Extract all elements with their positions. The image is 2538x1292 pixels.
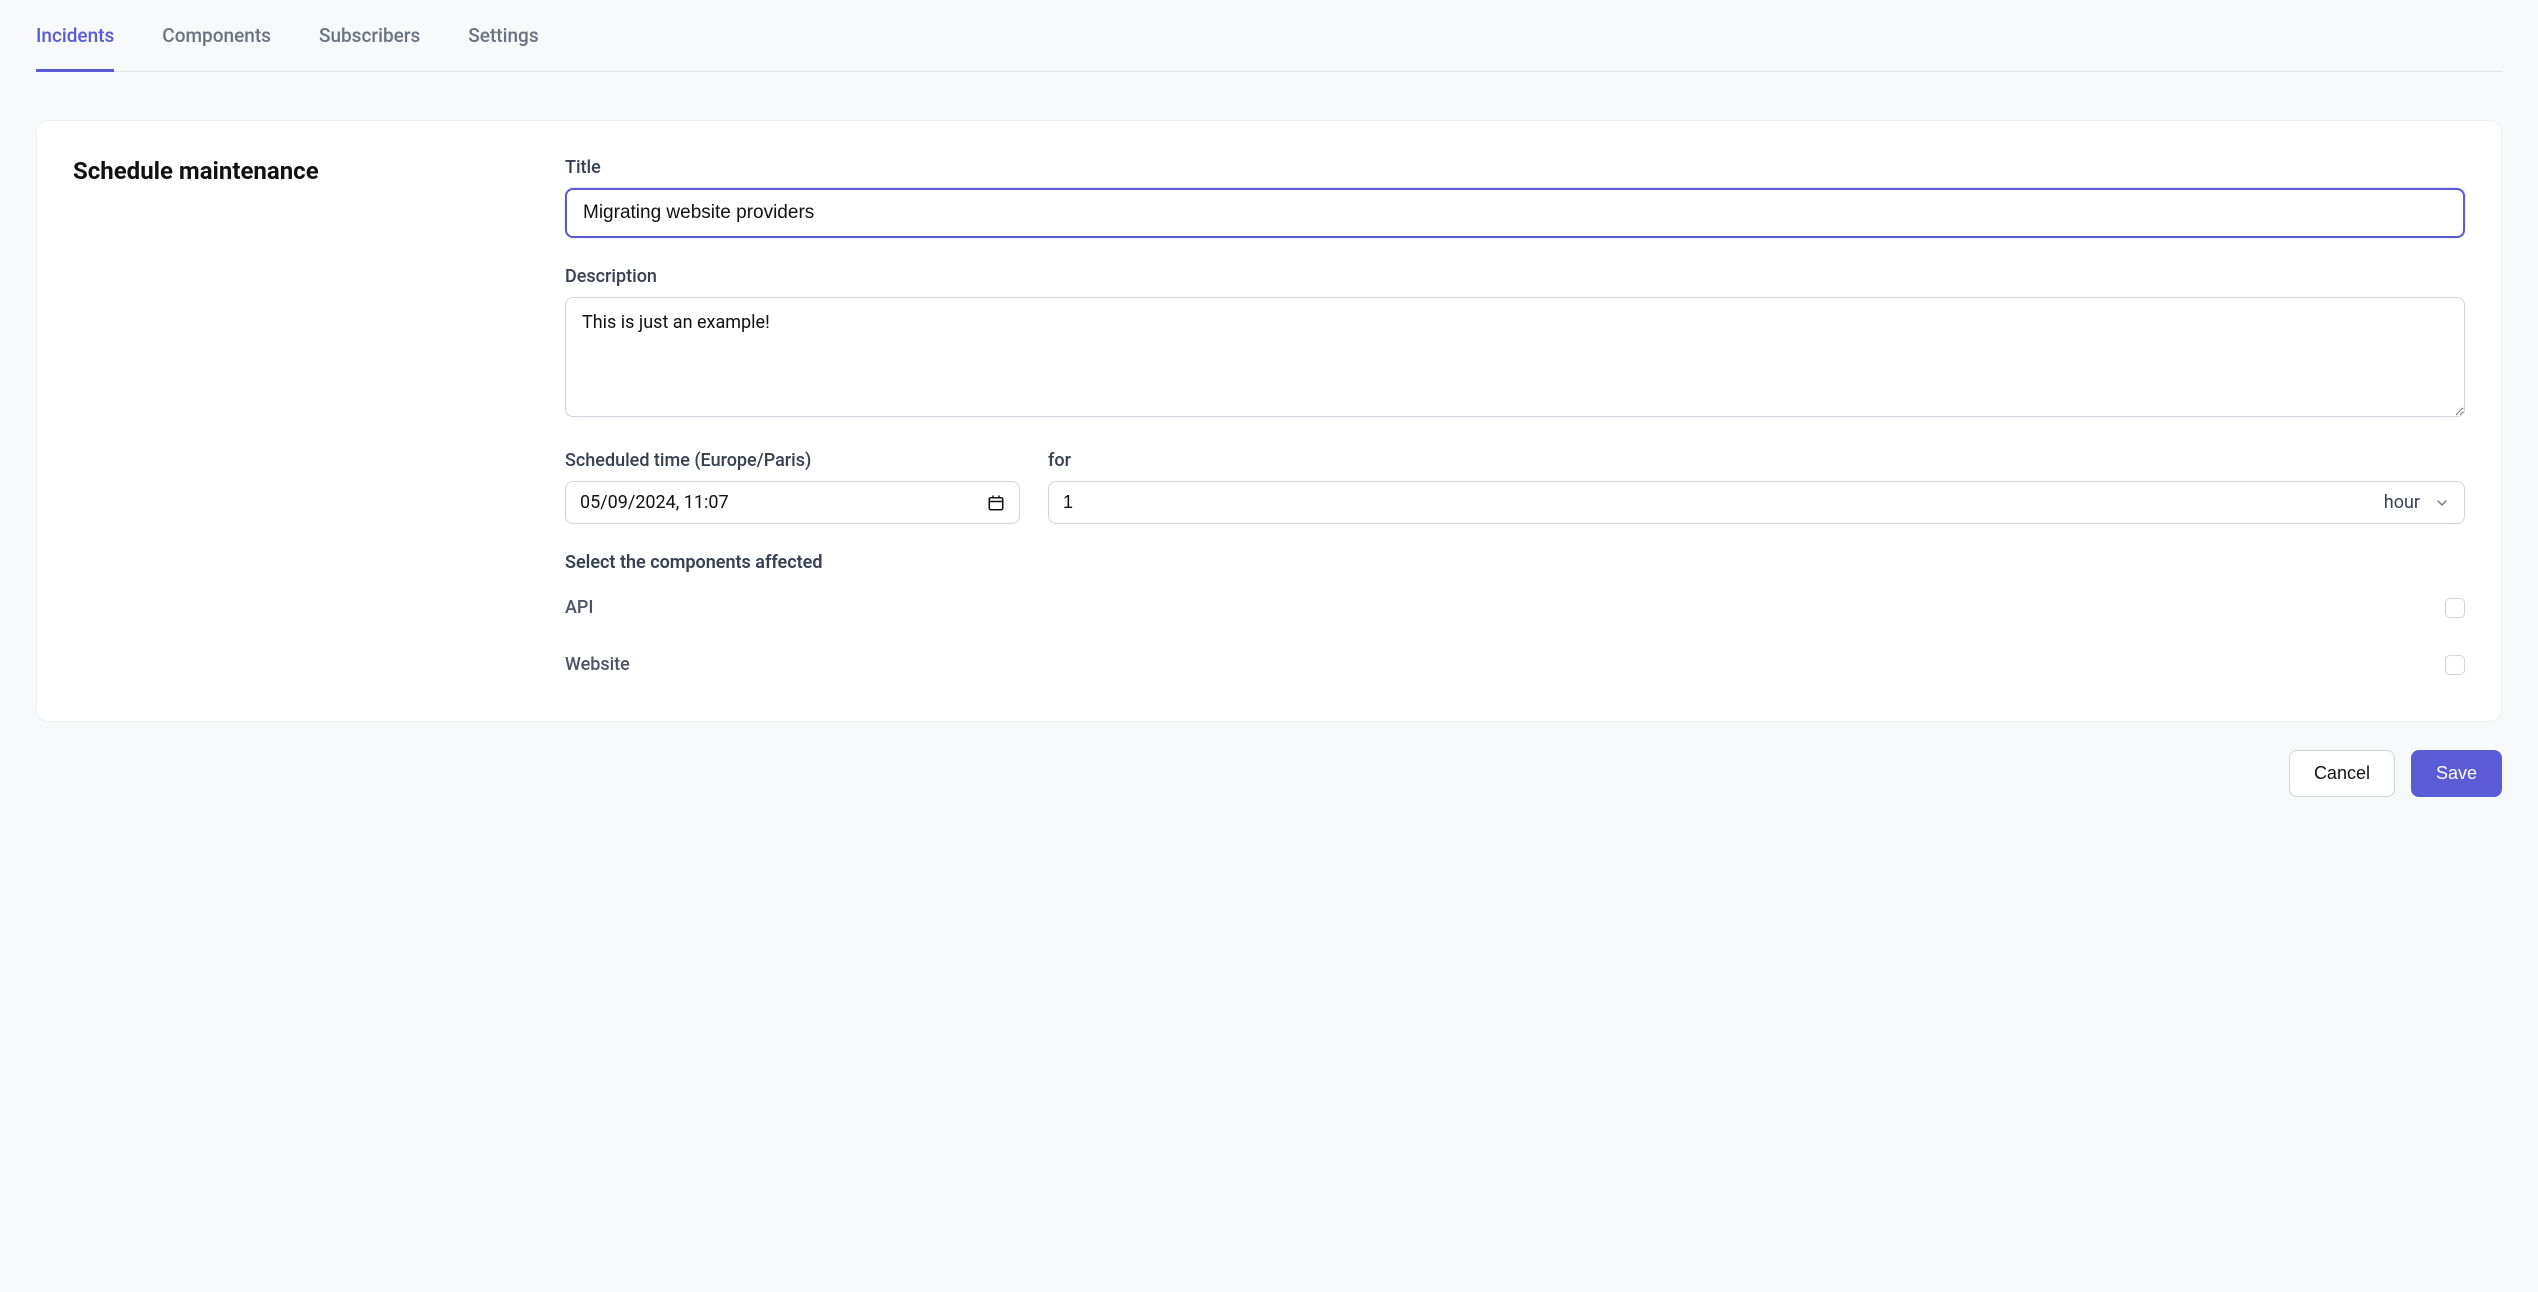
description-input[interactable] xyxy=(565,297,2465,417)
calendar-icon xyxy=(987,494,1005,512)
duration-unit: hour xyxy=(2384,492,2420,513)
component-name: API xyxy=(565,597,594,618)
chevron-down-icon xyxy=(2434,495,2450,511)
component-name: Website xyxy=(565,654,630,675)
duration-label: for xyxy=(1048,450,2465,471)
component-checkbox-api[interactable] xyxy=(2445,598,2465,618)
schedule-maintenance-card: Schedule maintenance Title Description S… xyxy=(36,120,2502,722)
component-row-website: Website xyxy=(565,650,2465,679)
title-input[interactable] xyxy=(565,188,2465,238)
footer-actions: Cancel Save xyxy=(36,750,2502,797)
tab-subscribers[interactable]: Subscribers xyxy=(319,0,420,72)
description-field-group: Description xyxy=(565,266,2465,422)
components-label: Select the components affected xyxy=(565,552,2465,573)
tabs-bar: Incidents Components Subscribers Setting… xyxy=(36,0,2502,72)
title-field-group: Title xyxy=(565,157,2465,238)
description-label: Description xyxy=(565,266,2465,287)
scheduled-time-label: Scheduled time (Europe/Paris) xyxy=(565,450,1020,471)
components-section: Select the components affected API Websi… xyxy=(565,552,2465,679)
tab-settings[interactable]: Settings xyxy=(468,0,538,72)
scheduled-time-value: 05/09/2024, 11:07 xyxy=(580,492,987,513)
tab-incidents[interactable]: Incidents xyxy=(36,0,114,72)
page-title: Schedule maintenance xyxy=(73,157,533,185)
component-checkbox-website[interactable] xyxy=(2445,655,2465,675)
scheduled-time-input[interactable]: 05/09/2024, 11:07 xyxy=(565,481,1020,524)
save-button[interactable]: Save xyxy=(2411,750,2502,797)
tab-components[interactable]: Components xyxy=(162,0,271,72)
duration-value-input[interactable] xyxy=(1063,492,2384,513)
cancel-button[interactable]: Cancel xyxy=(2289,750,2395,797)
component-row-api: API xyxy=(565,593,2465,622)
duration-select[interactable]: hour xyxy=(1048,481,2465,524)
title-label: Title xyxy=(565,157,2465,178)
